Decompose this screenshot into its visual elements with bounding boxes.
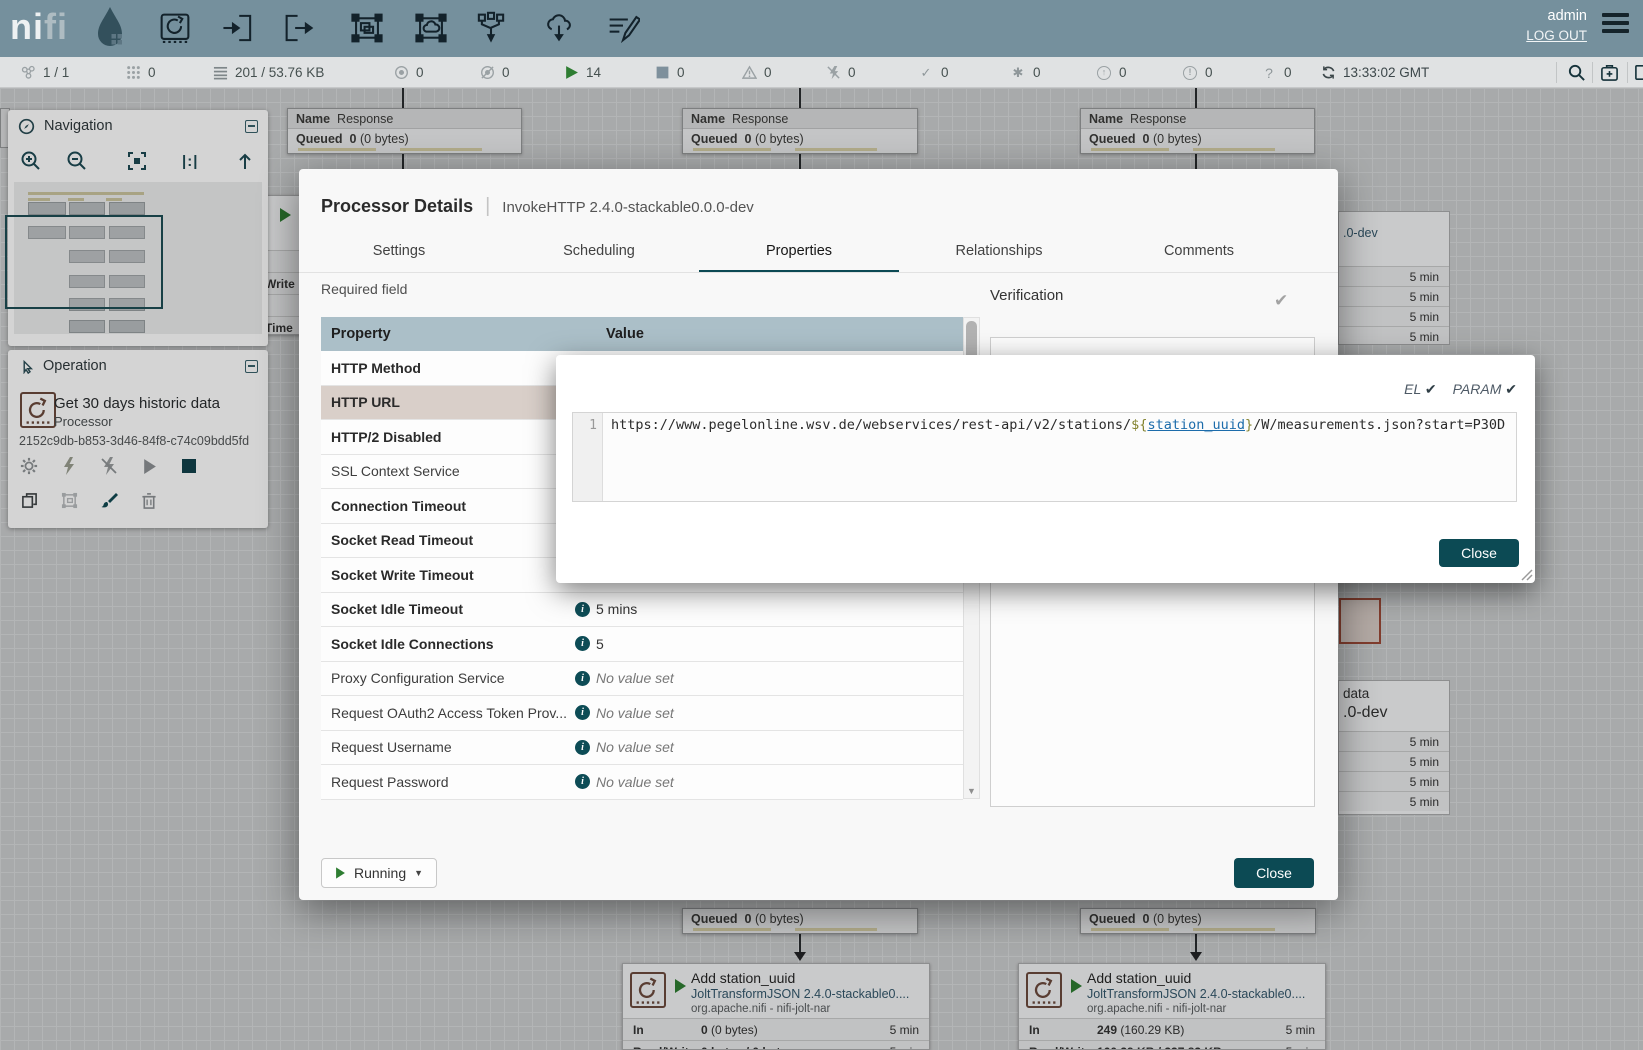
value-column-header: Value [579,326,644,342]
disabled-components-count: 0 [848,65,856,80]
property-info-icon[interactable]: i [575,740,590,755]
verification-label: Verification [990,287,1063,304]
dialog-subtitle: InvokeHTTP 2.4.0-stackable0.0.0-dev [502,199,754,216]
dialog-title: Processor Details [321,196,473,217]
popup-close-button[interactable]: Close [1439,539,1519,567]
el-supported-label: EL ✔ [1404,381,1437,398]
code-line[interactable]: https://www.pegelonline.wsv.de/webservic… [603,413,1516,501]
status-bar: 1 / 1 0 201 / 53.76 KB 0 0 14 0 0 0 ✓ 0 ✱… [0,57,1643,88]
param-supported-check-icon: ✔ [1505,381,1517,397]
nifi-drop-logo-icon [92,4,128,52]
search-icon[interactable] [1567,63,1587,83]
stale-version-icon: ↑ [1096,65,1112,81]
table-row[interactable]: Proxy Configuration ServiceiNo value set [321,662,963,697]
drag-funnel-button[interactable] [474,11,508,45]
property-info-icon[interactable]: i [575,774,590,789]
transmitting-count: 0 [416,65,424,80]
property-column-header: Property [321,326,579,342]
current-user: admin [1548,8,1588,24]
invalid-components-count: 0 [764,65,772,80]
table-row[interactable]: Request OAuth2 Access Token Prov...iNo v… [321,696,963,731]
drag-output-port-button[interactable] [283,11,317,45]
tab-scheduling[interactable]: Scheduling [499,229,699,273]
line-number-gutter: 1 [573,413,603,501]
unknown-version-count: 0 [1284,65,1292,80]
property-value-editor-popup: EL ✔ PARAM ✔ 1 https://www.pegelonline.w… [556,355,1535,583]
nifi-application: NameResponse Queued0 (0 bytes) NameRespo… [0,0,1643,1050]
stopped-components-icon [654,65,670,81]
invalid-components-icon [741,65,757,81]
sync-failure-count: 0 [1205,65,1213,80]
tab-properties[interactable]: Properties [699,229,899,273]
tabs-divider [299,272,1338,273]
drag-processor-button[interactable] [158,11,192,45]
drag-label-button[interactable] [606,11,640,45]
global-menu-icon[interactable] [1602,13,1629,39]
scrollbar-down-arrow-icon[interactable]: ▼ [967,786,976,796]
sync-failure-icon: ! [1182,65,1198,81]
cluster-icon [20,65,36,81]
up-to-date-count: 0 [941,65,949,80]
property-info-icon[interactable]: i [575,671,590,686]
property-info-icon[interactable]: i [575,705,590,720]
tab-relationships[interactable]: Relationships [899,229,1099,273]
drag-process-group-button[interactable] [350,11,384,45]
line-number: 1 [589,418,597,433]
queued-flowfiles-count: 201 / 53.76 KB [235,65,324,80]
table-row[interactable]: Request UsernameiNo value set [321,731,963,766]
value-code-editor[interactable]: 1 https://www.pegelonline.wsv.de/webserv… [572,412,1517,502]
table-row[interactable]: Socket Idle Timeouti5 mins [321,593,963,628]
stopped-components-count: 0 [677,65,685,80]
drag-input-port-button[interactable] [221,11,255,45]
dialog-close-button[interactable]: Close [1234,858,1314,888]
cluster-count: 1 / 1 [43,65,69,80]
run-state-label: Running [354,865,406,881]
locally-modified-count: 0 [1033,65,1041,80]
expression-variable: station_uuid [1147,417,1245,433]
locally-modified-icon: ✱ [1010,65,1026,81]
disabled-components-icon [825,65,841,81]
drag-template-cloud-button[interactable] [542,11,576,45]
resize-handle-icon[interactable] [1519,567,1533,581]
last-refresh-time: 13:33:02 GMT [1343,65,1429,80]
active-threads-icon [125,65,141,81]
tab-settings[interactable]: Settings [299,229,499,273]
stale-version-count: 0 [1119,65,1127,80]
logout-link[interactable]: LOG OUT [1526,28,1587,43]
property-info-icon[interactable]: i [575,602,590,617]
transmitting-icon [393,65,409,81]
first-aid-kit-icon[interactable] [1600,63,1620,83]
table-row[interactable]: Request PasswordiNo value set [321,765,963,800]
drag-remote-process-group-button[interactable] [414,11,448,45]
dialog-tabs: Settings Scheduling Properties Relations… [299,229,1299,273]
nifi-logo: nifi [10,6,68,48]
unknown-version-icon: ? [1261,65,1277,81]
bulletin-board-icon[interactable] [1634,63,1643,83]
active-threads-count: 0 [148,65,156,80]
verification-check-icon[interactable]: ✔ [1274,291,1288,311]
up-to-date-check-icon: ✓ [918,65,934,81]
table-row[interactable]: Socket Idle Connectionsi5 [321,627,963,662]
running-components-icon [563,65,579,81]
not-transmitting-count: 0 [502,65,510,80]
refresh-icon[interactable] [1320,65,1336,81]
run-state-dropdown[interactable]: Running ▼ [321,858,437,888]
el-supported-check-icon: ✔ [1425,381,1437,397]
required-field-label: Required field [321,281,407,297]
queued-flowfiles-icon [212,65,228,81]
title-separator: | [485,195,490,218]
chevron-down-icon: ▼ [414,868,423,878]
not-transmitting-icon [479,65,495,81]
app-header: nifi admin LOG OUT [0,0,1643,57]
tab-comments[interactable]: Comments [1099,229,1299,273]
property-info-icon[interactable]: i [575,636,590,651]
running-components-count: 14 [586,65,601,80]
properties-table-header: Property Value [321,317,963,351]
param-supported-label: PARAM ✔ [1453,381,1517,398]
running-status-icon [336,867,345,878]
